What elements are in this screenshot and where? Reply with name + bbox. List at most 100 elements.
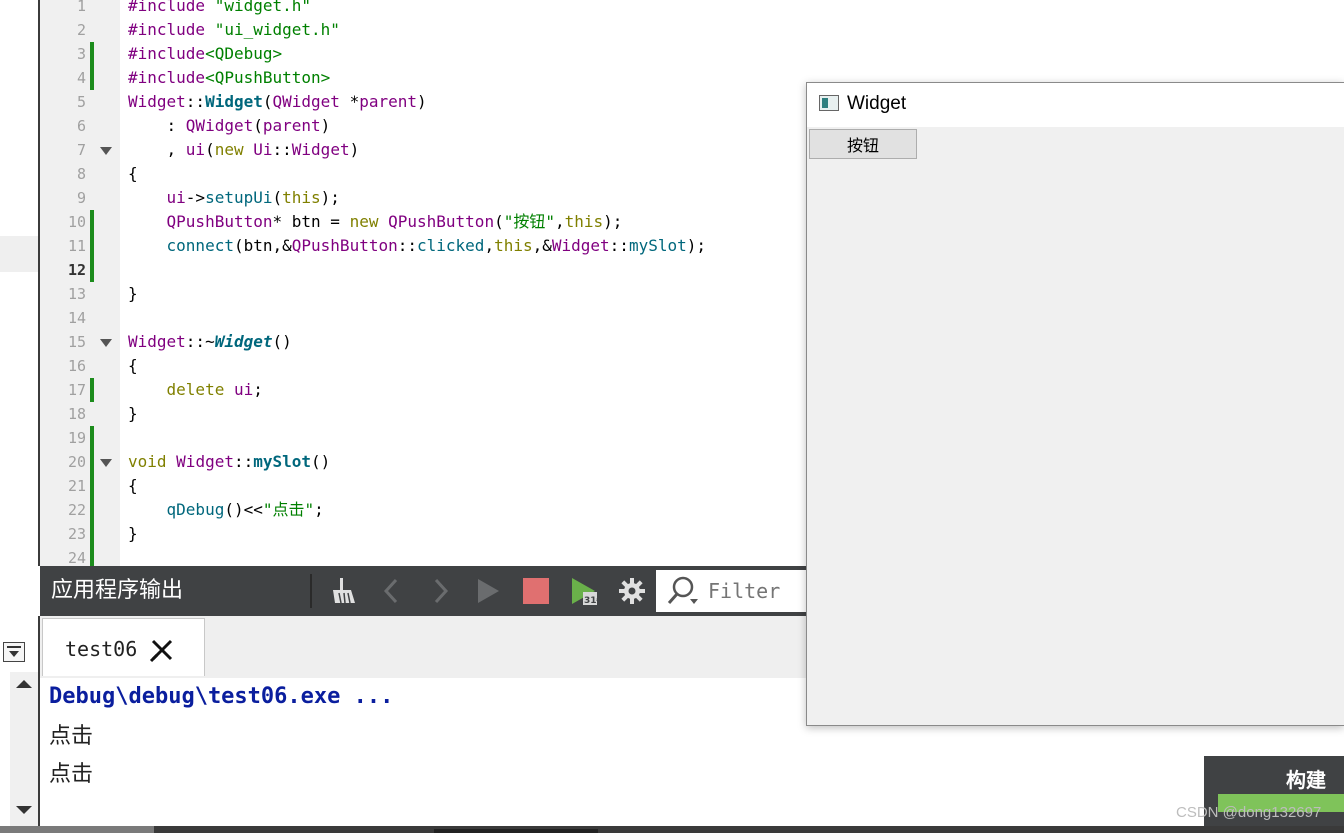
code-text: { (128, 164, 138, 183)
filter-field[interactable] (656, 570, 806, 612)
code-text: void Widget::mySlot() (128, 452, 331, 471)
tab-label: test06 (65, 637, 138, 661)
change-marker (90, 234, 94, 258)
debug-play-icon: 31€ (572, 578, 599, 606)
output-panel-title: 应用程序输出 (51, 578, 184, 603)
settings-button[interactable] (612, 566, 652, 616)
window-icon (819, 95, 839, 111)
change-marker (90, 498, 94, 522)
next-button[interactable] (420, 566, 460, 616)
line-number: 15 (67, 333, 86, 351)
output-toolbar: 应用程序输出 31€ (40, 566, 806, 616)
line-number: 6 (76, 117, 86, 135)
line-number: 19 (67, 429, 86, 447)
code-text: Widget::~Widget() (128, 332, 292, 351)
output-line: 点击 (49, 762, 94, 787)
change-marker (90, 522, 94, 546)
line-number: 10 (67, 213, 86, 231)
svg-text:31€: 31€ (584, 596, 599, 606)
code-text: #include<QPushButton> (128, 68, 331, 87)
chevron-left-icon (383, 578, 398, 604)
line-number: 9 (76, 189, 86, 207)
gear-icon (619, 578, 645, 604)
bottom-status-bar (0, 826, 1344, 833)
line-number: 14 (67, 309, 86, 327)
line-number: 2 (76, 21, 86, 39)
code-text: QPushButton* btn = new QPushButton("按钮",… (166, 212, 623, 231)
tab-test06[interactable]: test06 (42, 618, 205, 676)
line-number: 5 (76, 93, 86, 111)
change-marker (90, 378, 94, 402)
change-marker (90, 210, 94, 234)
debug-run-button[interactable]: 31€ (564, 566, 604, 616)
collapse-icon (7, 646, 21, 657)
change-marker (90, 258, 94, 282)
line-number: 20 (67, 453, 86, 471)
status-segment (0, 826, 154, 833)
chevron-right-icon (434, 578, 449, 604)
change-marker (90, 450, 94, 474)
line-number: 8 (76, 165, 86, 183)
code-text: Widget::Widget(QWidget *parent) (128, 92, 427, 111)
code-text: } (128, 284, 138, 303)
filter-input[interactable] (708, 576, 804, 606)
watermark: CSDN @dong132697 (1176, 804, 1322, 821)
status-segment (434, 829, 598, 833)
close-icon[interactable] (149, 637, 175, 663)
code-text: { (128, 356, 138, 375)
fold-arrow-icon[interactable] (100, 459, 112, 467)
build-label: 构建 (1286, 768, 1326, 792)
line-number: 1 (76, 0, 86, 15)
line-number: 17 (67, 381, 86, 399)
broom-icon (333, 578, 355, 604)
code-text: #include<QDebug> (128, 44, 283, 63)
widget-window[interactable]: Widget 按钮 (806, 82, 1344, 726)
code-text: #include "ui_widget.h" (128, 20, 340, 39)
line-number: 16 (67, 357, 86, 375)
code-text: , ui(new Ui::Widget) (128, 140, 360, 159)
previous-button[interactable] (372, 566, 412, 616)
line-number: 4 (76, 69, 86, 87)
panel-separator (38, 616, 40, 826)
code-text: } (128, 524, 138, 543)
line-number: 23 (67, 525, 86, 543)
output-line: Debug\debug\test06.exe ... (49, 684, 394, 709)
collapse-panel-button[interactable] (3, 642, 25, 662)
fold-arrow-icon[interactable] (100, 339, 112, 347)
code-text: ui->setupUi(this); (166, 188, 340, 207)
change-marker (90, 66, 94, 90)
code-text: { (128, 476, 138, 495)
play-icon (478, 579, 499, 603)
scroll-up-icon[interactable] (10, 676, 38, 692)
code-text: qDebug()<<"点击"; (166, 500, 324, 519)
output-scrollbar[interactable] (10, 672, 38, 826)
output-tab-bar: test06 (40, 616, 806, 678)
code-text: delete ui; (166, 380, 263, 399)
toolbar-separator (310, 574, 312, 608)
clear-output-button[interactable] (324, 566, 364, 616)
change-marker (90, 426, 94, 450)
code-text: connect(btn,&QPushButton::clicked,this,&… (166, 236, 706, 255)
line-number: 18 (67, 405, 86, 423)
code-line[interactable]: 2 #include "ui_widget.h" (0, 18, 1344, 42)
scroll-down-icon[interactable] (10, 802, 38, 818)
window-titlebar[interactable]: Widget (807, 83, 1344, 127)
window-title: Widget (847, 93, 907, 114)
run-button[interactable] (468, 566, 508, 616)
change-marker (90, 474, 94, 498)
code-text: #include "widget.h" (128, 0, 312, 15)
line-number: 7 (76, 141, 86, 159)
fold-arrow-icon[interactable] (100, 147, 112, 155)
stop-button[interactable] (516, 566, 556, 616)
stop-icon (523, 578, 549, 604)
line-number: 21 (67, 477, 86, 495)
search-icon (667, 576, 698, 604)
code-text: } (128, 404, 138, 423)
code-line[interactable]: 3 #include<QDebug> (0, 42, 1344, 66)
push-button[interactable]: 按钮 (809, 129, 917, 159)
line-number: 11 (67, 237, 86, 255)
line-number: 12 (67, 261, 86, 279)
change-marker (90, 42, 94, 66)
code-line[interactable]: 1 #include "widget.h" (0, 0, 1344, 18)
line-number: 13 (67, 285, 86, 303)
